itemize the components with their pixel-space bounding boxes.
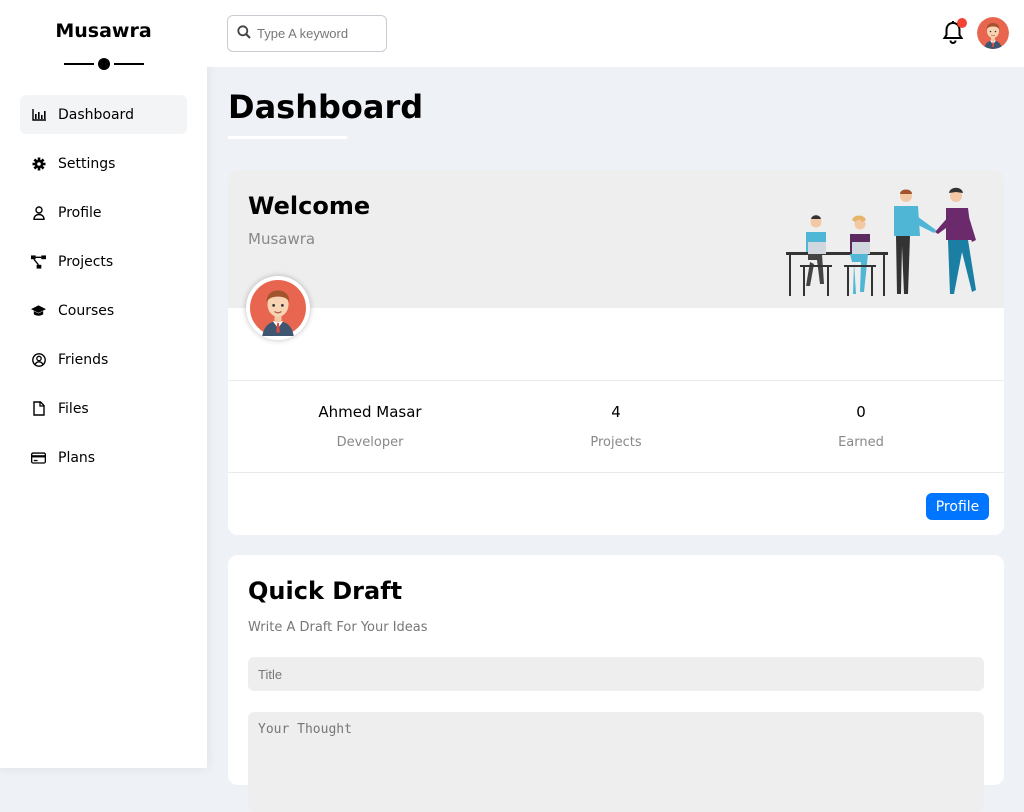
draft-thought-field[interactable] <box>248 712 984 812</box>
sidebar-nav: Dashboard Settings Profile Projects Cour… <box>20 95 187 487</box>
graduation-cap-icon <box>31 303 46 318</box>
draft-title-field[interactable] <box>248 657 984 691</box>
avatar <box>246 276 310 340</box>
file-icon <box>31 401 46 416</box>
sidebar-item-label: Courses <box>58 302 115 319</box>
sidebar-item-label: Friends <box>58 351 109 368</box>
stat-label: Developer <box>336 435 404 450</box>
avatar[interactable] <box>977 17 1009 49</box>
sidebar-item-files[interactable]: Files <box>20 389 187 428</box>
sidebar-item-label: Projects <box>58 253 114 270</box>
stat-label: Earned <box>838 435 884 450</box>
sidebar-item-friends[interactable]: Friends <box>20 340 187 379</box>
sidebar-item-label: Settings <box>58 155 116 172</box>
stat-value: 4 <box>611 403 621 421</box>
sidebar-item-label: Dashboard <box>58 106 134 123</box>
sidebar-item-label: Files <box>58 400 89 417</box>
search-input[interactable] <box>257 26 377 41</box>
brand-name: Musawra <box>55 20 152 42</box>
welcome-title: Welcome <box>248 192 371 220</box>
welcome-subtitle: Musawra <box>248 230 316 248</box>
sidebar-item-plans[interactable]: Plans <box>20 438 187 477</box>
search-box[interactable] <box>227 15 387 52</box>
user-icon <box>31 205 46 220</box>
page-title: Dashboard <box>228 88 424 126</box>
quick-draft-subtitle: Write A Draft For Your Ideas <box>248 620 428 635</box>
title-underline <box>228 136 347 139</box>
diagram-icon <box>31 254 46 269</box>
brand-decoration <box>64 57 144 71</box>
sidebar-item-label: Plans <box>58 449 96 466</box>
welcome-header: Welcome Musawra <box>228 170 1004 308</box>
credit-card-icon <box>31 450 46 465</box>
stat-label: Projects <box>590 435 642 450</box>
search-icon <box>237 24 251 43</box>
sidebar: Musawra Dashboard Settings Profile Proje… <box>0 0 207 768</box>
sidebar-item-label: Profile <box>58 204 102 221</box>
notification-badge <box>957 18 967 28</box>
sidebar-item-settings[interactable]: Settings <box>20 144 187 183</box>
top-bar <box>207 0 1024 67</box>
sidebar-item-profile[interactable]: Profile <box>20 193 187 232</box>
stat-value: 0 <box>856 403 866 421</box>
team-illustration <box>786 187 976 296</box>
quick-draft-title: Quick Draft <box>248 577 403 605</box>
sidebar-item-dashboard[interactable]: Dashboard <box>20 95 187 134</box>
welcome-card: Welcome Musawra Ahmed Masar Developer 4 … <box>228 170 1004 535</box>
user-circle-icon <box>31 352 46 367</box>
quick-draft-card: Quick Draft Write A Draft For Your Ideas <box>228 555 1004 812</box>
chart-bar-icon <box>31 107 46 122</box>
stat-value: Ahmed Masar <box>318 403 422 421</box>
sidebar-item-courses[interactable]: Courses <box>20 291 187 330</box>
welcome-stats: Ahmed Masar Developer 4 Projects 0 Earne… <box>228 380 1004 473</box>
gear-icon <box>31 156 46 171</box>
profile-button[interactable]: Profile <box>926 493 989 520</box>
sidebar-item-projects[interactable]: Projects <box>20 242 187 281</box>
